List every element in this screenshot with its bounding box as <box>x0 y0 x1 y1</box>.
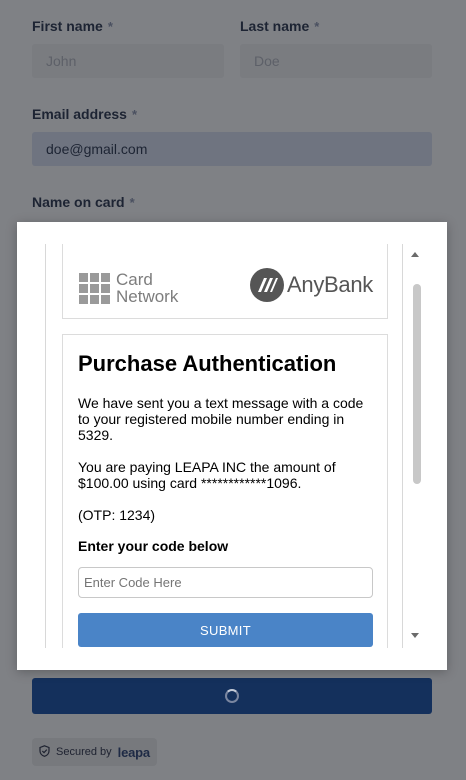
name-on-card-label: Name on card * <box>32 194 135 210</box>
otp-hint: (OTP: 1234) <box>78 507 156 523</box>
last-name-label: Last name * <box>240 18 320 34</box>
leapa-logo: leapa <box>117 744 150 760</box>
secured-by-label: Secured by <box>56 746 112 758</box>
card-network-grid-icon <box>79 272 110 304</box>
email-label: Email address * <box>32 106 137 122</box>
authentication-frame: Card Network AnyBank Purchase Authentica… <box>45 244 403 648</box>
submit-button[interactable]: SUBMIT <box>78 613 373 647</box>
authentication-modal: Card Network AnyBank Purchase Authentica… <box>17 222 447 670</box>
enter-code-label: Enter your code below <box>78 538 229 554</box>
sms-message: We have sent you a text message with a c… <box>78 395 364 443</box>
anybank-name: AnyBank <box>287 272 373 297</box>
scroll-thumb[interactable] <box>413 284 421 484</box>
page-title: Purchase Authentication <box>78 351 337 376</box>
card-network-text-2: Network <box>116 287 179 306</box>
anybank-stripes-icon <box>250 268 285 302</box>
card-network-logo: Card Network <box>79 271 178 305</box>
code-input[interactable] <box>78 567 373 598</box>
secured-by-badge: Secured by leapa <box>32 738 157 766</box>
email-input[interactable]: doe@gmail.com <box>32 132 432 166</box>
payment-info: You are paying LEAPA INC the amount of $… <box>78 459 336 491</box>
authentication-content: Purchase Authentication We have sent you… <box>62 334 388 648</box>
first-name-label: First name * <box>32 18 113 34</box>
loading-spinner-icon <box>225 689 239 703</box>
pay-button[interactable] <box>32 678 432 714</box>
anybank-logo: AnyBank <box>250 268 373 302</box>
last-name-input[interactable]: Doe <box>240 44 432 78</box>
first-name-input[interactable]: John <box>32 44 224 78</box>
brand-header: Card Network AnyBank <box>62 244 388 319</box>
shield-check-icon <box>39 744 50 760</box>
scroll-down-arrow-icon[interactable] <box>411 633 419 638</box>
scroll-up-arrow-icon[interactable] <box>411 252 419 257</box>
card-network-text-1: Card <box>116 270 153 289</box>
scrollbar[interactable] <box>407 244 423 648</box>
